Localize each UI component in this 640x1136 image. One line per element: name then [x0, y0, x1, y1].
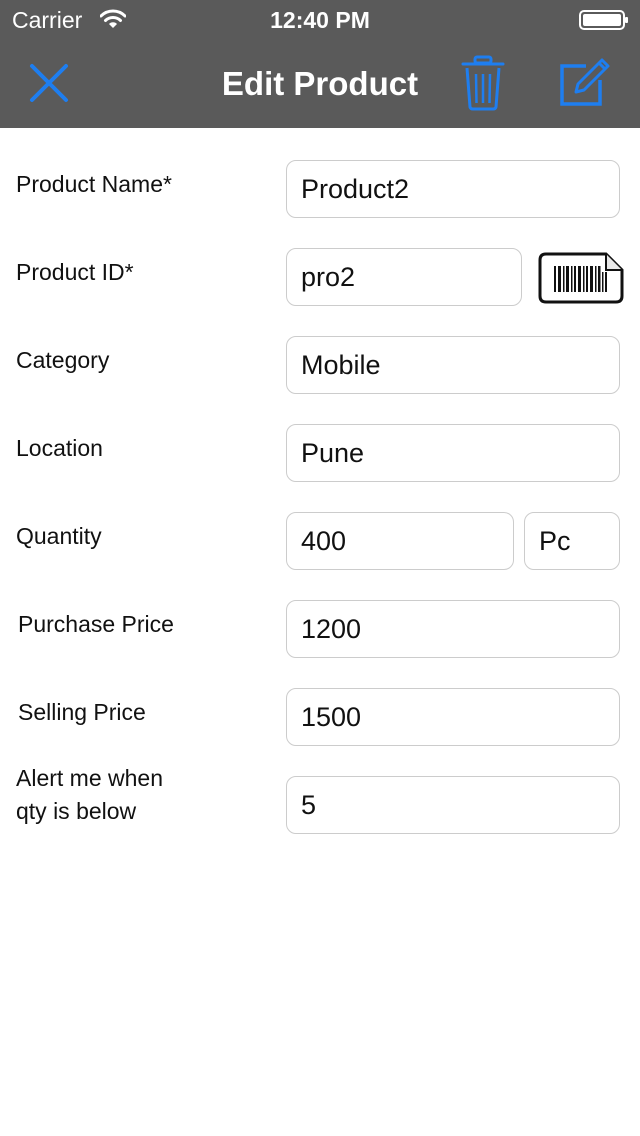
- product-name-row: Product Name* Product2: [0, 160, 640, 220]
- selling-price-input[interactable]: 1500: [286, 688, 620, 746]
- alert-qty-label-line1: Alert me when: [16, 765, 164, 791]
- delete-button[interactable]: [458, 54, 508, 112]
- quantity-row: Quantity 400 Pc: [0, 512, 640, 572]
- alert-qty-label-line2: qty is below: [16, 798, 137, 824]
- selling-price-label: Selling Price: [18, 699, 146, 725]
- alert-qty-input[interactable]: 5: [286, 776, 620, 834]
- product-id-row: Product ID* pro2: [0, 248, 640, 308]
- product-id-input[interactable]: pro2: [286, 248, 522, 306]
- purchase-price-input[interactable]: 1200: [286, 600, 620, 658]
- barcode-icon: [538, 252, 624, 304]
- purchase-price-label: Purchase Price: [18, 611, 174, 637]
- navigation-bar: Carrier 12:40 PM Edit Product: [0, 0, 640, 128]
- category-label: Category: [16, 347, 110, 373]
- purchase-price-row: Purchase Price 1200: [0, 600, 640, 660]
- unit-input[interactable]: Pc: [524, 512, 620, 570]
- status-bar: Carrier 12:40 PM: [0, 0, 640, 40]
- location-input[interactable]: Pune: [286, 424, 620, 482]
- selling-price-row: Selling Price 1500: [0, 688, 640, 748]
- location-label: Location: [16, 435, 103, 461]
- clock-label: 12:40 PM: [270, 7, 370, 33]
- edit-button[interactable]: [556, 54, 614, 110]
- location-row: Location Pune: [0, 424, 640, 484]
- edit-icon: [560, 58, 610, 106]
- close-button[interactable]: [24, 60, 74, 106]
- scan-barcode-button[interactable]: [538, 252, 624, 304]
- category-input[interactable]: Mobile: [286, 336, 620, 394]
- page-title: Edit Product: [221, 65, 419, 102]
- product-name-label: Product Name*: [16, 171, 172, 197]
- battery-icon: [579, 10, 628, 30]
- product-name-input[interactable]: Product2: [286, 160, 620, 218]
- close-icon: [30, 64, 68, 102]
- quantity-label: Quantity: [16, 523, 102, 549]
- alert-qty-row: Alert me when qty is below 5: [0, 765, 640, 836]
- quantity-input[interactable]: 400: [286, 512, 514, 570]
- trash-icon: [461, 55, 505, 111]
- category-row: Category Mobile: [0, 336, 640, 396]
- product-id-label: Product ID*: [16, 259, 134, 285]
